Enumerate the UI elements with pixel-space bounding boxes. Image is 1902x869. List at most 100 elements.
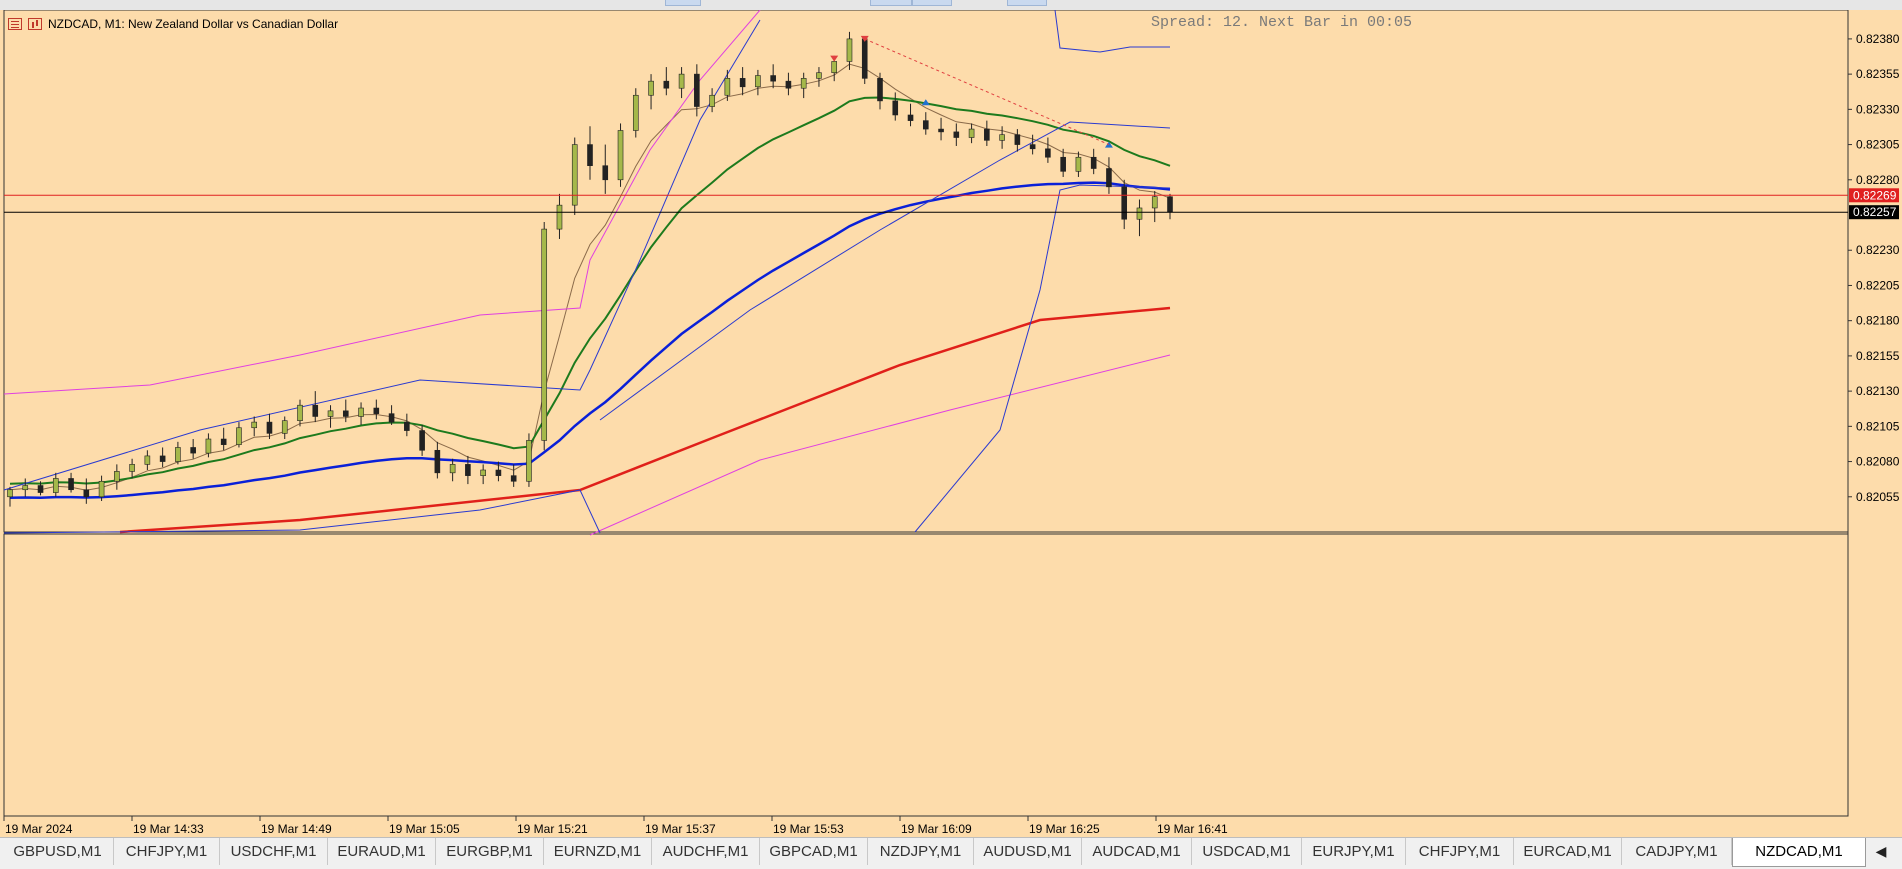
bullish-candle bbox=[114, 471, 120, 482]
bullish-candle bbox=[800, 78, 807, 89]
tab-nzdcad-m1[interactable]: NZDCAD,M1 bbox=[1732, 838, 1866, 867]
bearish-candle bbox=[602, 165, 609, 181]
tab-chfjpy-m1[interactable]: CHFJPY,M1 bbox=[114, 838, 220, 865]
chart-window[interactable]: 0.82380 0.82355 0.82330 0.82305 0.82280 0.822… bbox=[0, 10, 1902, 845]
price-tick-label: 0.82230 bbox=[1856, 243, 1900, 257]
bearish-candle bbox=[159, 455, 166, 462]
tab-usdchf-m1[interactable]: USDCHF,M1 bbox=[220, 838, 328, 865]
bearish-candle bbox=[922, 120, 929, 130]
bearish-candle bbox=[434, 449, 441, 474]
tab-chfjpy-m1[interactable]: CHFJPY,M1 bbox=[1406, 838, 1514, 865]
bullish-candle bbox=[617, 130, 624, 181]
price-chart[interactable]: 0.823800.823550.823300.823050.822800.822… bbox=[0, 10, 1902, 845]
bearish-candle bbox=[694, 73, 700, 107]
chart-icon[interactable] bbox=[28, 18, 42, 30]
price-tick-label: 0.82380 bbox=[1856, 32, 1900, 46]
tab-audchf-m1[interactable]: AUDCHF,M1 bbox=[652, 838, 760, 865]
bearish-candle bbox=[785, 80, 792, 89]
tab-gbpcad-m1[interactable]: GBPCAD,M1 bbox=[760, 838, 868, 865]
bearish-candle bbox=[312, 404, 319, 417]
bearish-candle bbox=[984, 128, 990, 141]
bullish-candle bbox=[297, 404, 303, 422]
bullish-candle bbox=[724, 78, 731, 96]
time-tick-label: 19 Mar 14:49 bbox=[261, 822, 332, 836]
bullish-candle bbox=[1136, 207, 1143, 220]
bearish-candle bbox=[739, 78, 746, 88]
time-tick-label: 19 Mar 2024 bbox=[5, 822, 73, 836]
toolbar-segment bbox=[1007, 0, 1047, 6]
time-tick-label: 19 Mar 14:33 bbox=[133, 822, 204, 836]
bearish-candle bbox=[419, 430, 425, 451]
indicator-subwindow bbox=[3, 533, 1849, 817]
bullish-candle bbox=[327, 410, 334, 417]
tab-eurgbp-m1[interactable]: EURGBP,M1 bbox=[436, 838, 544, 865]
bullish-candle bbox=[251, 421, 258, 429]
bullish-candle bbox=[52, 478, 59, 493]
chart-tabs-bar: GBPUSD,M1 CHFJPY,M1 USDCHF,M1 EURAUD,M1 EURG… bbox=[0, 837, 1902, 869]
price-tick-label: 0.82155 bbox=[1856, 349, 1900, 363]
price-tick-label: 0.82180 bbox=[1856, 314, 1900, 328]
price-tick-label: 0.82355 bbox=[1856, 67, 1900, 81]
bearish-candle bbox=[266, 421, 273, 434]
time-tick-label: 19 Mar 16:09 bbox=[901, 822, 972, 836]
bearish-candle bbox=[1106, 168, 1112, 188]
bid-price-label: 0.82257 bbox=[1853, 205, 1897, 219]
tab-gbpusd-m1[interactable]: GBPUSD,M1 bbox=[2, 838, 114, 865]
bullish-candle bbox=[648, 80, 654, 96]
bearish-candle bbox=[68, 478, 74, 491]
price-tick-label: 0.82080 bbox=[1856, 455, 1900, 469]
time-tick-label: 19 Mar 15:05 bbox=[389, 822, 460, 836]
bullish-candle bbox=[129, 464, 135, 472]
menu-icon[interactable] bbox=[8, 18, 22, 30]
bearish-candle bbox=[1014, 134, 1021, 145]
tab-audcad-m1[interactable]: AUDCAD,M1 bbox=[1082, 838, 1192, 865]
bearish-candle bbox=[388, 413, 395, 423]
tab-eurcad-m1[interactable]: EURCAD,M1 bbox=[1514, 838, 1622, 865]
bearish-candle bbox=[587, 144, 593, 167]
bearish-candle bbox=[1121, 186, 1128, 220]
bullish-candle bbox=[205, 438, 212, 454]
bearish-candle bbox=[663, 80, 670, 89]
bullish-candle bbox=[541, 228, 548, 441]
spread-countdown-text: Spread: 12. Next Bar in 00:05 bbox=[1150, 14, 1412, 31]
bullish-candle bbox=[480, 469, 486, 476]
price-tick-label: 0.82305 bbox=[1856, 138, 1900, 152]
time-tick-label: 19 Mar 15:37 bbox=[645, 822, 716, 836]
tab-scroll-left-button[interactable]: ◀ bbox=[1860, 838, 1902, 865]
price-tick-label: 0.82330 bbox=[1856, 102, 1900, 116]
bearish-candle bbox=[1045, 148, 1051, 158]
symbol-title: NZDCAD, M1: New Zealand Dollar vs Canadi… bbox=[48, 17, 339, 31]
price-tick-label: 0.82055 bbox=[1856, 490, 1900, 504]
tab-eurjpy-m1[interactable]: EURJPY,M1 bbox=[1302, 838, 1406, 865]
bullish-candle bbox=[968, 128, 975, 138]
tab-audusd-m1[interactable]: AUDUSD,M1 bbox=[974, 838, 1082, 865]
main-chart-pane bbox=[3, 10, 1849, 533]
tab-nzdjpy-m1[interactable]: NZDJPY,M1 bbox=[868, 838, 974, 865]
envelope-lower-line bbox=[589, 354, 1171, 536]
bollinger-right-lower-line bbox=[914, 184, 1171, 533]
time-tick-label: 19 Mar 16:41 bbox=[1157, 822, 1228, 836]
bullish-candle bbox=[449, 464, 456, 474]
bullish-candle bbox=[175, 447, 181, 462]
bearish-candle bbox=[907, 114, 914, 121]
bullish-candle bbox=[571, 144, 578, 206]
bearish-candle bbox=[770, 75, 776, 82]
tab-cadjpy-m1[interactable]: CADJPY,M1 bbox=[1622, 838, 1732, 865]
bearish-candle bbox=[83, 489, 90, 498]
time-tick-label: 19 Mar 15:53 bbox=[773, 822, 844, 836]
bearish-candle bbox=[1060, 156, 1066, 172]
bullish-candle bbox=[144, 455, 151, 465]
tab-usdcad-m1[interactable]: USDCAD,M1 bbox=[1192, 838, 1302, 865]
bullish-candle bbox=[831, 61, 838, 74]
bearish-candle bbox=[404, 421, 410, 431]
bullish-candle bbox=[999, 134, 1005, 141]
bullish-candle bbox=[678, 73, 685, 89]
bearish-candle bbox=[495, 469, 502, 476]
toolbar-segment bbox=[665, 0, 701, 6]
tab-euraud-m1[interactable]: EURAUD,M1 bbox=[328, 838, 436, 865]
bearish-candle bbox=[37, 485, 44, 493]
bollinger-mid-line bbox=[599, 121, 1171, 421]
tab-eurnzd-m1[interactable]: EURNZD,M1 bbox=[544, 838, 652, 865]
toolbar-segment bbox=[870, 0, 912, 6]
bearish-candle bbox=[938, 128, 944, 133]
